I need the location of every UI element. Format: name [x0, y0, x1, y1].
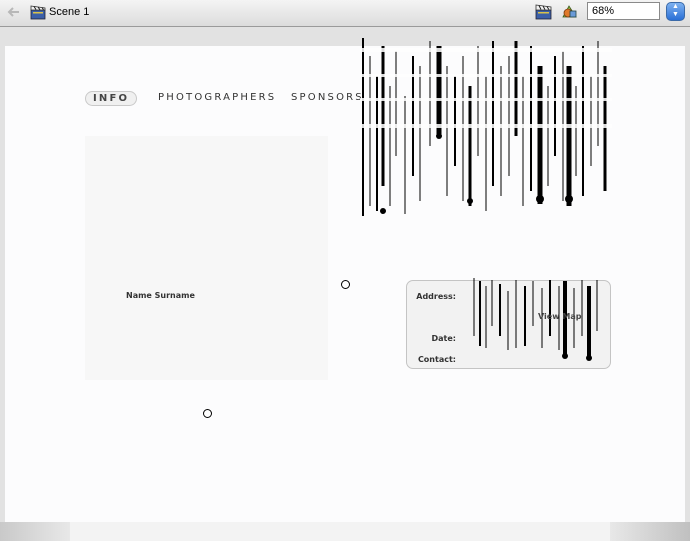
glitch-streaks [360, 38, 612, 216]
card-corrupted-block [470, 276, 610, 366]
nav-photographers-tab[interactable]: PHOTOGRAPHERS [158, 92, 276, 103]
photographer-name: Name Surname [126, 291, 195, 300]
card-glitch-streaks [473, 278, 598, 361]
date-label: Date: [431, 334, 457, 343]
scrollbar-left-cap [0, 522, 70, 541]
nav-info-tab[interactable]: INFO [85, 91, 138, 106]
address-label: Address: [416, 292, 456, 301]
edit-scene-icon[interactable] [535, 3, 552, 20]
contact-label: Contact: [417, 355, 456, 364]
timeline-toolbar: Scene 1 ▲▼ [0, 0, 690, 27]
photo-panel[interactable] [85, 136, 328, 380]
back-arrow-icon[interactable] [5, 4, 21, 20]
scene-clapper-icon [30, 5, 46, 20]
nav-sponsors-tab[interactable]: SPONSORS [291, 92, 364, 103]
edit-symbol-icon[interactable] [561, 3, 578, 20]
scrollbar-right-cap [610, 522, 690, 541]
view-map-link[interactable]: View Map [538, 312, 581, 321]
scene-label: Scene 1 [49, 6, 90, 18]
corrupted-text-block [360, 36, 612, 216]
registration-point-icon[interactable] [341, 280, 350, 289]
registration-point-icon[interactable] [203, 409, 212, 418]
zoom-field[interactable] [587, 2, 660, 20]
zoom-stepper-icon[interactable]: ▲ ▼ [666, 2, 685, 21]
horizontal-scrollbar[interactable] [70, 522, 610, 541]
